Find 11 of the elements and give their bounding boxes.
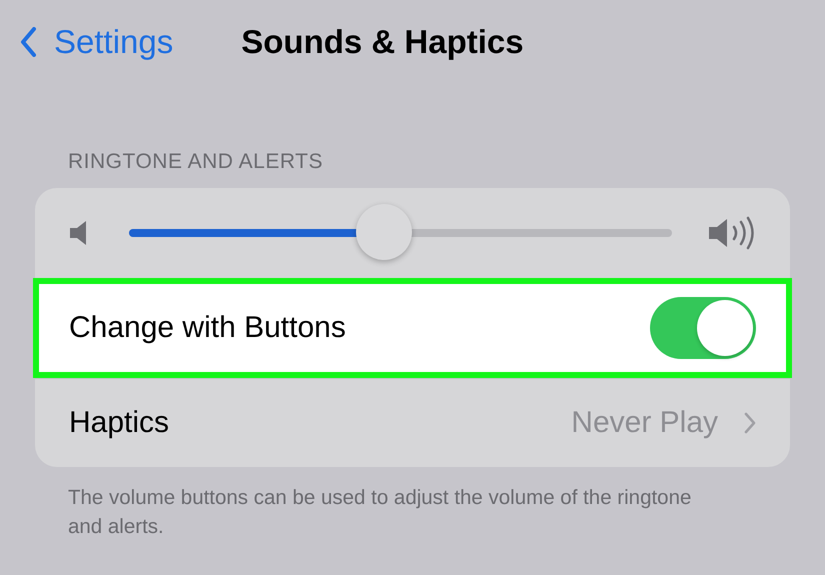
footer-note: The volume buttons can be used to adjust the volume of the ringtone and alerts. <box>68 485 692 540</box>
section-header: RINGTONE AND ALERTS <box>68 150 324 174</box>
page-title: Sounds & Haptics <box>241 23 524 61</box>
row-value: Never Play <box>571 406 718 440</box>
chevron-left-icon[interactable] <box>20 27 36 57</box>
volume-slider[interactable] <box>129 204 672 262</box>
back-button[interactable]: Settings <box>20 23 174 61</box>
slider-thumb[interactable] <box>356 204 412 260</box>
chevron-icon <box>744 412 756 434</box>
row-label: Change with Buttons <box>69 311 347 345</box>
row-label: Haptics <box>69 406 170 440</box>
